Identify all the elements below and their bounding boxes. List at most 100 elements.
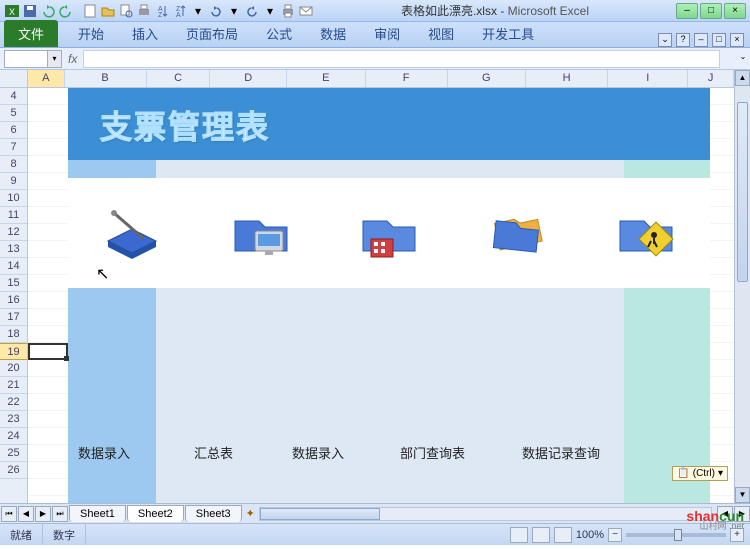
- row-header-22[interactable]: 22: [0, 394, 27, 411]
- ribbon-minimize-button[interactable]: ⌄: [658, 33, 672, 47]
- row-header-10[interactable]: 10: [0, 190, 27, 207]
- workbook-minimize-button[interactable]: –: [694, 33, 708, 47]
- tab-developer[interactable]: 开发工具: [468, 20, 548, 47]
- vertical-scrollbar[interactable]: ▲ ▼: [734, 70, 750, 503]
- row-header-24[interactable]: 24: [0, 428, 27, 445]
- col-header-B[interactable]: B: [65, 70, 147, 87]
- row-header-26[interactable]: 26: [0, 462, 27, 479]
- scroll-up-button[interactable]: ▲: [735, 70, 750, 86]
- row-header-11[interactable]: 11: [0, 207, 27, 224]
- folder-monitor-icon[interactable]: [229, 201, 293, 265]
- row-header-13[interactable]: 13: [0, 241, 27, 258]
- quick-print-icon[interactable]: [136, 3, 152, 19]
- undo-split-icon[interactable]: [208, 3, 224, 19]
- row-header-5[interactable]: 5: [0, 105, 27, 122]
- workbook-close-button[interactable]: ×: [730, 33, 744, 47]
- name-box-dropdown[interactable]: ▾: [48, 50, 62, 68]
- view-page-layout-button[interactable]: [532, 527, 550, 543]
- excel-icon[interactable]: X: [4, 3, 20, 19]
- close-button[interactable]: ×: [724, 3, 746, 19]
- row-header-12[interactable]: 12: [0, 224, 27, 241]
- col-header-G[interactable]: G: [448, 70, 526, 87]
- view-normal-button[interactable]: [510, 527, 528, 543]
- maximize-button[interactable]: □: [700, 3, 722, 19]
- zoom-slider[interactable]: [626, 533, 726, 537]
- redo-split-icon[interactable]: [244, 3, 260, 19]
- cells-area[interactable]: 支票管理表 ↖ 数据录入 汇总表 数据录入 部门查询表: [28, 88, 734, 503]
- folders-stack-icon[interactable]: [485, 201, 549, 265]
- save-icon[interactable]: [22, 3, 38, 19]
- row-header-16[interactable]: 16: [0, 292, 27, 309]
- paste-options-button[interactable]: 📋 (Ctrl) ▾: [672, 466, 728, 481]
- tab-view[interactable]: 视图: [414, 20, 468, 47]
- sheet-tab-2[interactable]: Sheet2: [127, 505, 184, 522]
- row-header-6[interactable]: 6: [0, 122, 27, 139]
- row-header-4[interactable]: 4: [0, 88, 27, 105]
- row-header-17[interactable]: 17: [0, 309, 27, 326]
- new-icon[interactable]: [82, 3, 98, 19]
- formula-bar-expand[interactable]: ⌄: [736, 52, 750, 66]
- scroll-left-button[interactable]: ◀: [717, 506, 733, 522]
- col-header-I[interactable]: I: [608, 70, 688, 87]
- fx-icon[interactable]: fx: [62, 52, 83, 66]
- select-all-cell[interactable]: [0, 70, 27, 88]
- undo-icon[interactable]: [40, 3, 56, 19]
- scroll-down-button[interactable]: ▼: [735, 487, 750, 503]
- col-header-D[interactable]: D: [210, 70, 287, 87]
- folder-building-icon[interactable]: [357, 201, 421, 265]
- workbook-restore-button[interactable]: □: [712, 33, 726, 47]
- sheet-tab-1[interactable]: Sheet1: [69, 505, 126, 522]
- open-icon[interactable]: [100, 3, 116, 19]
- tab-formulas[interactable]: 公式: [252, 20, 306, 47]
- formula-input[interactable]: [83, 50, 720, 68]
- row-header-23[interactable]: 23: [0, 411, 27, 428]
- col-header-A[interactable]: A: [28, 70, 65, 87]
- row-header-20[interactable]: 20: [0, 360, 27, 377]
- book-pen-icon[interactable]: [100, 201, 164, 265]
- tab-nav-next[interactable]: ▶: [35, 506, 51, 522]
- row-header-8[interactable]: 8: [0, 156, 27, 173]
- zoom-out-button[interactable]: −: [608, 528, 622, 542]
- print-icon[interactable]: [280, 3, 296, 19]
- tab-page-layout[interactable]: 页面布局: [172, 20, 252, 47]
- sort-asc-icon[interactable]: AZ: [154, 3, 170, 19]
- horizontal-scrollbar[interactable]: [259, 507, 712, 521]
- horizontal-scroll-thumb[interactable]: [260, 508, 380, 520]
- row-header-15[interactable]: 15: [0, 275, 27, 292]
- zoom-in-button[interactable]: +: [730, 528, 744, 542]
- col-header-E[interactable]: E: [287, 70, 365, 87]
- vertical-scroll-thumb[interactable]: [737, 102, 748, 282]
- zoom-slider-thumb[interactable]: [674, 529, 682, 541]
- minimize-button[interactable]: –: [676, 3, 698, 19]
- dropdown-icon[interactable]: ▾: [190, 3, 206, 19]
- row-header-25[interactable]: 25: [0, 445, 27, 462]
- print-preview-icon[interactable]: [118, 3, 134, 19]
- tab-data[interactable]: 数据: [306, 20, 360, 47]
- zoom-percent[interactable]: 100%: [576, 529, 604, 541]
- tab-insert[interactable]: 插入: [118, 20, 172, 47]
- email-icon[interactable]: [298, 3, 314, 19]
- sheet-tab-3[interactable]: Sheet3: [185, 505, 242, 522]
- insert-sheet-button[interactable]: ✦: [246, 507, 255, 520]
- row-header-19[interactable]: 19: [0, 343, 27, 360]
- dropdown-icon[interactable]: ▾: [226, 3, 242, 19]
- sort-desc-icon[interactable]: ZA: [172, 3, 188, 19]
- row-header-18[interactable]: 18: [0, 326, 27, 343]
- row-header-7[interactable]: 7: [0, 139, 27, 156]
- row-header-21[interactable]: 21: [0, 377, 27, 394]
- tab-nav-first[interactable]: ⏮: [1, 506, 17, 522]
- tab-review[interactable]: 审阅: [360, 20, 414, 47]
- col-header-F[interactable]: F: [366, 70, 448, 87]
- scroll-right-button[interactable]: ▶: [734, 506, 750, 522]
- col-header-J[interactable]: J: [688, 70, 734, 87]
- name-box[interactable]: [4, 50, 48, 68]
- row-header-9[interactable]: 9: [0, 173, 27, 190]
- tab-home[interactable]: 开始: [64, 20, 118, 47]
- view-page-break-button[interactable]: [554, 527, 572, 543]
- dropdown-icon[interactable]: ▾: [262, 3, 278, 19]
- tab-nav-prev[interactable]: ◀: [18, 506, 34, 522]
- help-button[interactable]: ?: [676, 33, 690, 47]
- folder-sign-icon[interactable]: [614, 201, 678, 265]
- tab-nav-last[interactable]: ⏭: [52, 506, 68, 522]
- redo-icon[interactable]: [58, 3, 74, 19]
